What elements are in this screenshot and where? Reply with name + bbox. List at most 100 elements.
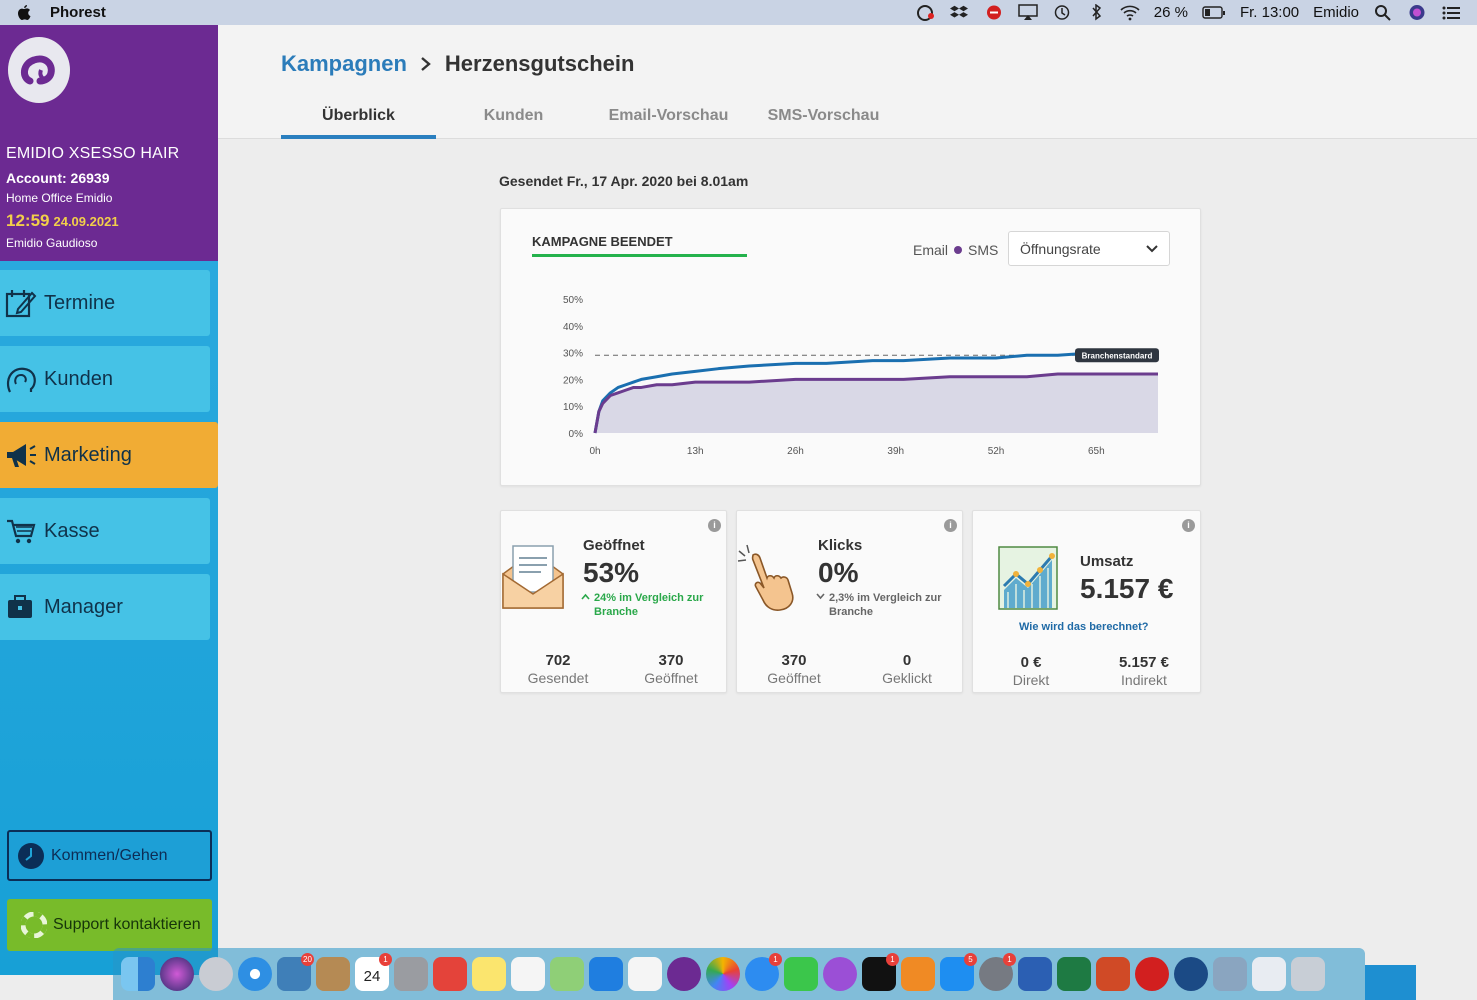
info-icon[interactable]: i [1182, 519, 1195, 532]
excel-icon[interactable] [1057, 957, 1091, 991]
click-rate: 0% [818, 557, 859, 588]
calendar-edit-icon [5, 290, 37, 318]
wifi-icon[interactable] [1120, 4, 1140, 21]
calendar-icon[interactable]: 24 1 [355, 953, 392, 991]
app-name[interactable]: Phorest [50, 4, 106, 21]
nav-manager[interactable]: Manager [0, 574, 210, 640]
books-icon[interactable] [901, 957, 935, 991]
phorest-icon[interactable] [667, 957, 701, 991]
x-tick-label: 65h [1088, 446, 1105, 457]
clicked-count-label: Geklickt [882, 670, 932, 686]
y-tick-label: 20% [563, 375, 583, 386]
revenue-label: Umsatz [1080, 553, 1134, 570]
customer-head-icon [6, 367, 36, 393]
breadcrumb: Kampagnen Herzensgutschein [281, 51, 634, 77]
creative-cloud-icon[interactable] [916, 4, 936, 21]
nav-kunden[interactable]: Kunden [0, 346, 210, 412]
word-icon[interactable] [1018, 957, 1052, 991]
teamviewer-icon[interactable] [589, 957, 623, 991]
safari-icon[interactable] [238, 957, 272, 991]
tab-ueberblick[interactable]: Überblick [281, 105, 436, 139]
nav-termine[interactable]: Termine [0, 270, 210, 336]
contacts-icon[interactable] [316, 957, 350, 991]
mail-icon[interactable]: 20 [277, 953, 314, 991]
notification-center-icon[interactable] [1441, 4, 1461, 21]
stop-icon[interactable] [984, 4, 1004, 21]
opened-count: 370 [781, 652, 807, 669]
messages-icon[interactable]: 1 [745, 953, 782, 991]
blocker-icon[interactable] [1135, 957, 1169, 991]
breadcrumb-kampagnen[interactable]: Kampagnen [281, 51, 407, 77]
airplay-icon[interactable] [1017, 4, 1038, 21]
battery-icon[interactable] [1202, 4, 1226, 21]
screenshot-icon[interactable] [394, 957, 428, 991]
apple-tv-icon[interactable]: 1 [862, 953, 899, 991]
system-preferences-icon[interactable]: 1 [979, 953, 1016, 991]
opened-comparison-text: 24% im Vergleich zur Branche [594, 592, 704, 618]
music-icon[interactable] [628, 957, 662, 991]
app-store-icon[interactable]: 5 [940, 953, 977, 991]
preview-icon[interactable] [1213, 957, 1247, 991]
background-window-edge [1365, 965, 1416, 1000]
clicks-comparison-text: 2,3% im Vergleich zur Branche [829, 592, 942, 618]
dock: 20 24 1 1 1 5 1 [113, 948, 1365, 1000]
nav-label: Kasse [44, 519, 100, 542]
nav-marketing[interactable]: Marketing [0, 422, 218, 488]
powerpoint-icon[interactable] [1096, 957, 1130, 991]
revenue-value: 5.157 € [1080, 573, 1174, 604]
clicks-label: Klicks [818, 537, 863, 554]
info-icon[interactable]: i [944, 519, 957, 532]
trash-icon[interactable] [1291, 957, 1325, 991]
nav-label: Marketing [44, 443, 132, 466]
podcasts-icon[interactable] [823, 957, 857, 991]
support-button[interactable]: Support kontaktieren [7, 899, 212, 951]
bluetooth-icon[interactable] [1086, 4, 1106, 21]
downloads-folder-icon[interactable] [1252, 957, 1286, 991]
opened-rate: 53% [583, 557, 640, 588]
facetime-icon[interactable] [784, 957, 818, 991]
launchpad-icon[interactable] [199, 957, 233, 991]
tab-sms-vorschau[interactable]: SMS-Vorschau [746, 105, 901, 139]
sent-count: 702 [545, 652, 571, 669]
photos-icon[interactable] [706, 957, 740, 991]
indirect-revenue-label: Indirekt [1121, 672, 1167, 688]
megaphone-icon [7, 444, 36, 467]
opened-label: Geöffnet [583, 537, 645, 554]
stat-card-clicks: i Klicks 0% 2,3% im Vergleich zur Branch… [736, 510, 963, 693]
quicktime-icon[interactable] [1174, 957, 1208, 991]
sent-count-label: Gesendet [527, 670, 589, 686]
sent-date: Gesendet Fr., 17 Apr. 2020 bei 8.01am [499, 173, 749, 189]
notes-icon[interactable] [472, 957, 506, 991]
finder-icon[interactable] [121, 957, 155, 991]
account-number: Account: 26939 [6, 170, 110, 186]
spotlight-icon[interactable] [1373, 4, 1393, 21]
indirect-revenue: 5.157 € [1118, 654, 1170, 671]
page-header: Kampagnen Herzensgutschein Überblick Kun… [218, 25, 1477, 139]
siri-app-icon[interactable] [160, 957, 194, 991]
menubar-clock[interactable]: Fr. 13:00 [1240, 4, 1299, 21]
info-icon[interactable]: i [708, 519, 721, 532]
dropbox-icon[interactable] [949, 4, 970, 21]
siri-icon[interactable] [1407, 4, 1427, 21]
reminders-icon[interactable] [511, 957, 545, 991]
clock-in-out-button[interactable]: Kommen/Gehen [7, 830, 212, 881]
apple-icon[interactable] [16, 4, 32, 21]
y-tick-label: 30% [563, 349, 583, 360]
time-value: 12:59 [6, 211, 50, 230]
arrow-down-icon [816, 593, 825, 600]
x-tick-label: 13h [687, 446, 704, 457]
breadcrumb-current: Herzensgutschein [444, 51, 635, 76]
nav-kasse[interactable]: Kasse [0, 498, 210, 564]
cart-icon [7, 519, 36, 544]
clicked-count: 0 [902, 652, 912, 669]
tab-kunden[interactable]: Kunden [436, 105, 591, 139]
menubar-user[interactable]: Emidio [1313, 4, 1359, 21]
current-time: 12:59 24.09.2021 [6, 211, 119, 231]
time-machine-icon[interactable] [1052, 4, 1072, 21]
tab-email-vorschau[interactable]: Email-Vorschau [591, 105, 746, 139]
maps-icon[interactable] [550, 957, 584, 991]
anydesk-icon[interactable] [433, 957, 467, 991]
clock-icon [18, 842, 44, 869]
revenue-explanation-link[interactable]: Wie wird das berechnet? [1019, 621, 1149, 633]
opened-count-label: Geöffnet [644, 670, 698, 686]
